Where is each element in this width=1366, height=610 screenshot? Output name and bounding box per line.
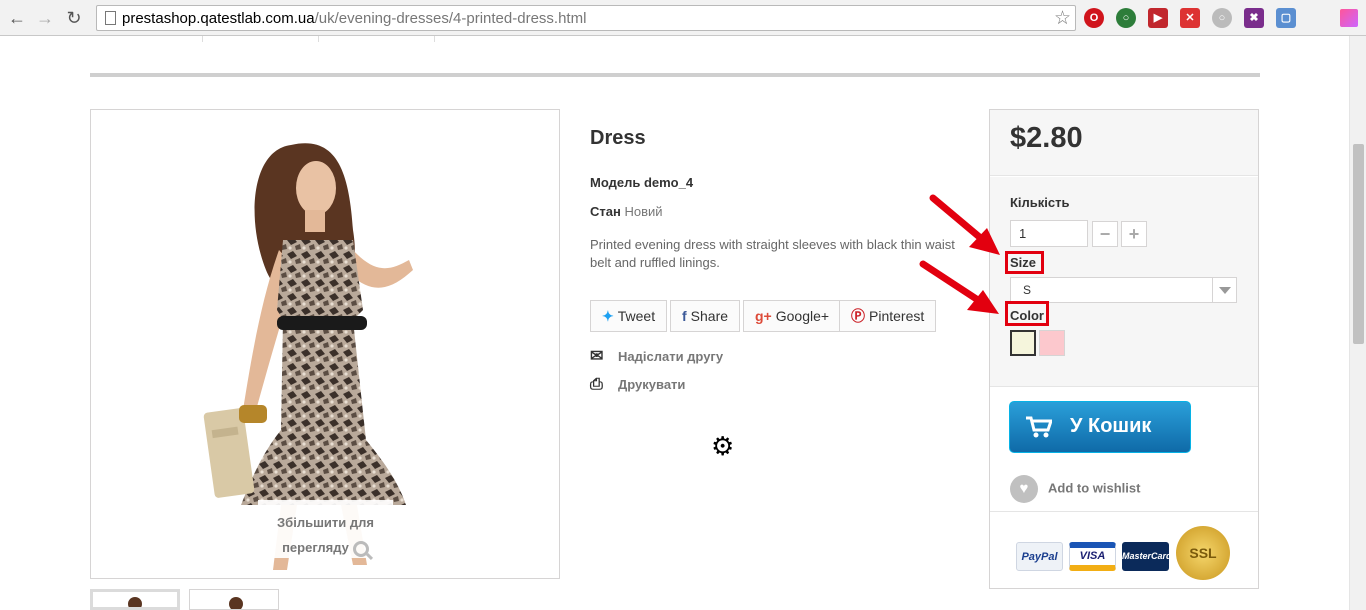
size-select[interactable]: S xyxy=(1010,277,1237,303)
quantity-decrease-button[interactable]: − xyxy=(1092,221,1118,247)
page-icon xyxy=(105,11,116,25)
x-extension-icon[interactable]: ✖ xyxy=(1244,8,1264,28)
thumbnail-2[interactable] xyxy=(189,589,279,610)
share-label: Share xyxy=(690,308,729,324)
cart-icon xyxy=(1026,416,1052,438)
quantity-increase-button[interactable]: + xyxy=(1121,221,1147,247)
paypal-logo: PayPal xyxy=(1016,542,1063,571)
window-extension-icon[interactable]: ▢ xyxy=(1276,8,1296,28)
visa-logo: VISA xyxy=(1069,542,1116,571)
print-label: Друкувати xyxy=(618,377,686,392)
address-bar[interactable]: prestashop.qatestlab.com.ua/uk/evening-d… xyxy=(96,5,1076,31)
extension-menu-icon[interactable] xyxy=(1340,9,1358,27)
wishlist-label: Add to wishlist xyxy=(1048,480,1141,496)
condition-value: Новий xyxy=(624,204,663,219)
zoom-label-line2: перегляду xyxy=(282,540,349,555)
color-swatch-pink[interactable] xyxy=(1039,330,1065,356)
send-friend-label: Надіслати другу xyxy=(618,349,724,364)
facebook-icon: f xyxy=(682,308,687,324)
zoom-label-line1: Збільшити для xyxy=(277,515,374,530)
add-to-cart-button[interactable]: У Кошик xyxy=(1009,401,1191,453)
product-title: Dress xyxy=(590,127,646,149)
url-text: prestashop.qatestlab.com.ua/uk/evening-d… xyxy=(122,10,586,27)
gray-globe-extension-icon[interactable]: ○ xyxy=(1212,8,1232,28)
google-plus-label: Google+ xyxy=(775,308,830,324)
settings-gear-icon[interactable]: ⚙ xyxy=(711,433,734,459)
google-plus-button[interactable]: g+ Google+ xyxy=(743,300,842,332)
browser-toolbar: ← → ↻ prestashop.qatestlab.com.ua/uk/eve… xyxy=(0,0,1366,36)
quantity-input[interactable]: 1 xyxy=(1010,220,1088,247)
printer-icon: ⎙ xyxy=(590,376,603,393)
thumbnail-image xyxy=(128,597,142,607)
condition-label: Стан xyxy=(590,204,621,219)
mastercard-logo: MasterCard xyxy=(1122,542,1172,571)
product-price: $2.80 xyxy=(1010,122,1083,154)
forward-icon[interactable]: → xyxy=(34,7,56,29)
quantity-label: Кількість xyxy=(1010,195,1070,210)
size-selected-value: S xyxy=(1023,283,1032,297)
url-host: prestashop.qatestlab.com.ua xyxy=(122,10,315,27)
top-tab-dividers xyxy=(90,36,435,42)
arrow-annotation-size xyxy=(929,194,1000,255)
twitter-icon: ✦ xyxy=(602,308,614,324)
zoom-button[interactable]: Збільшити для перегляду xyxy=(258,500,393,558)
block-extension-icon[interactable]: ✕ xyxy=(1180,8,1200,28)
chevron-down-icon xyxy=(1212,278,1236,302)
play-extension-icon[interactable]: ▶ xyxy=(1148,8,1168,28)
product-condition: Стан Новий xyxy=(590,204,663,219)
product-reference: Модель demo_4 xyxy=(590,175,694,190)
globe-extension-icon[interactable]: ○ xyxy=(1116,8,1136,28)
price-area: $2.80 xyxy=(990,110,1258,176)
add-to-wishlist-link[interactable]: ♥ Add to wishlist xyxy=(1010,475,1140,503)
size-label-highlight xyxy=(1005,251,1044,274)
zoom-magnifier-icon xyxy=(352,540,369,557)
arrow-annotation-color xyxy=(919,260,999,314)
opera-extension-icon[interactable]: O xyxy=(1084,8,1104,28)
section-divider xyxy=(90,73,1260,77)
thumbnail-1[interactable] xyxy=(90,589,180,610)
ssl-seal-logo: SSL xyxy=(1176,526,1230,580)
back-icon[interactable]: ← xyxy=(6,7,28,29)
tweet-label: Tweet xyxy=(617,308,656,324)
color-swatch-beige[interactable] xyxy=(1010,330,1036,356)
color-label-highlight xyxy=(1005,301,1049,326)
thumbnail-image xyxy=(229,597,243,609)
heart-icon: ♥ xyxy=(1010,475,1038,503)
buy-box: $2.80 Кількість 1 − + Size S Color У Кош… xyxy=(989,109,1259,589)
reload-icon[interactable]: ↻ xyxy=(63,7,85,29)
tweet-button[interactable]: ✦ Tweet xyxy=(590,300,668,332)
bookmark-star-icon[interactable]: ☆ xyxy=(1054,7,1071,30)
payment-logos: PayPal VISA MasterCard SSL xyxy=(990,511,1258,588)
add-to-cart-label: У Кошик xyxy=(1070,415,1152,437)
envelope-icon: ✉ xyxy=(590,348,604,365)
google-plus-icon: g+ xyxy=(755,308,772,324)
url-path: /uk/evening-dresses/4-printed-dress.html xyxy=(314,10,587,27)
page-scrollbar[interactable] xyxy=(1349,36,1366,610)
product-image[interactable]: Збільшити для перегляду xyxy=(90,109,560,579)
share-button[interactable]: f Share xyxy=(670,300,741,332)
product-options: Кількість 1 − + Size S Color xyxy=(990,177,1258,387)
print-link[interactable]: ⎙ Друкувати xyxy=(590,376,685,394)
send-to-friend-link[interactable]: ✉ Надіслати другу xyxy=(590,346,723,366)
pinterest-icon: Ⓟ xyxy=(851,308,865,324)
scrollbar-thumb[interactable] xyxy=(1353,144,1364,344)
